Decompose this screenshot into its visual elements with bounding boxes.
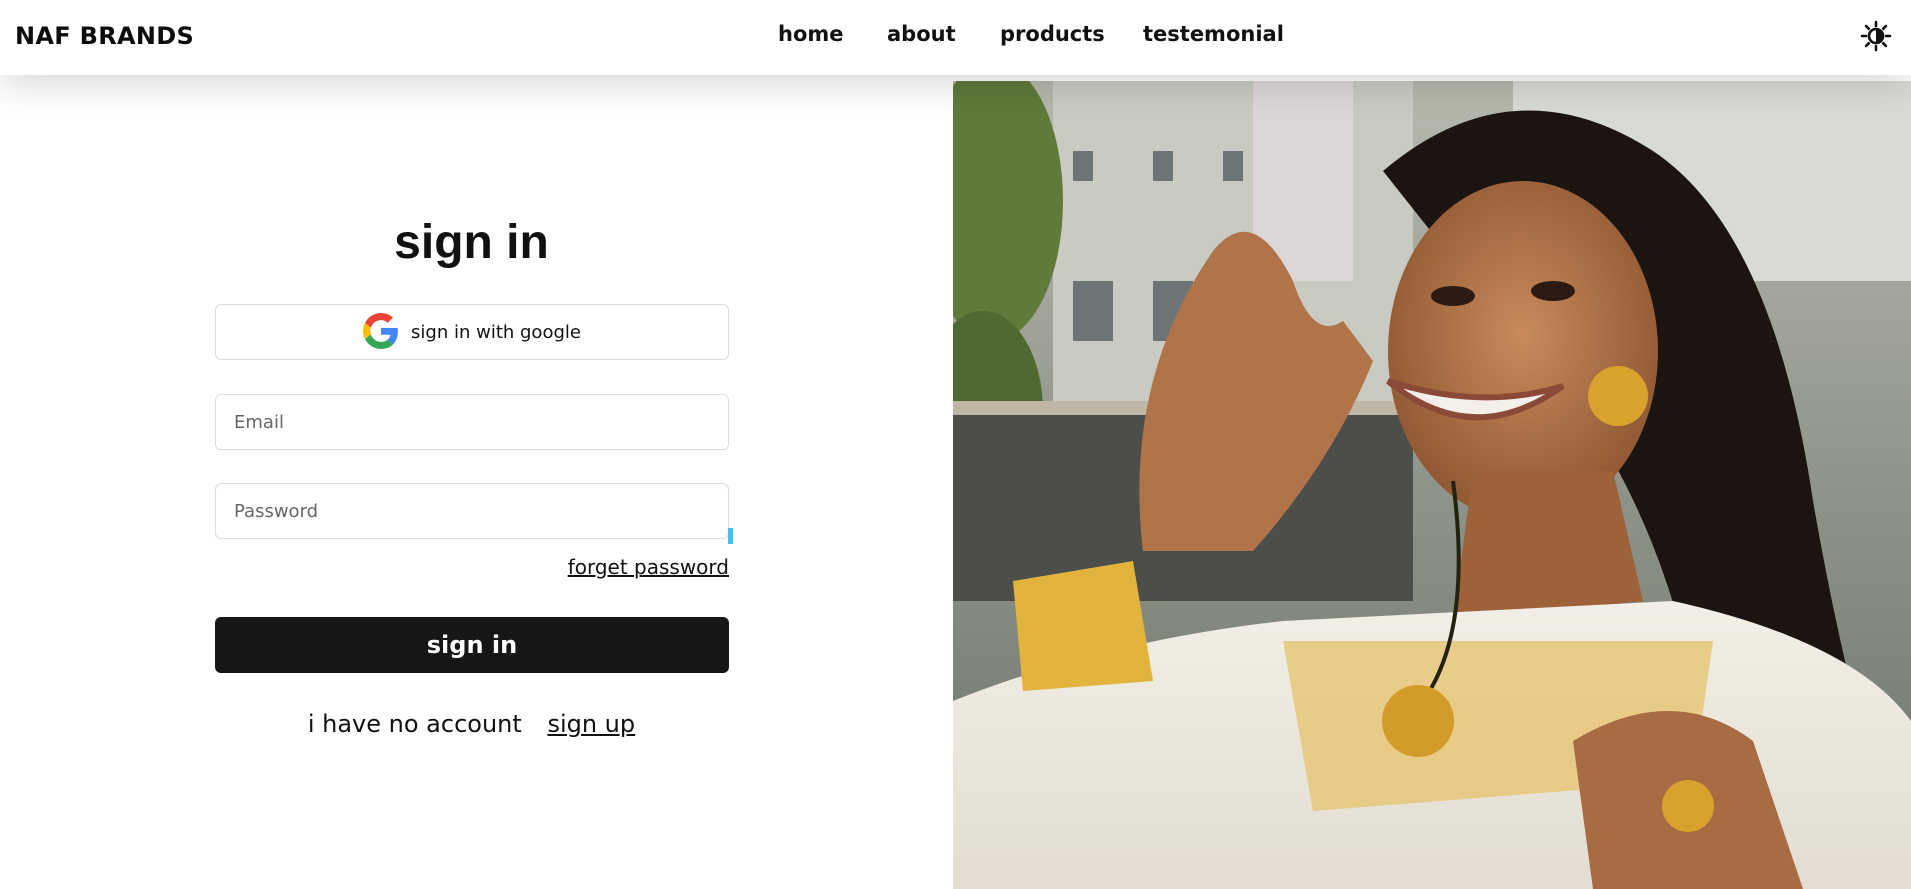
signin-button[interactable]: sign in [215,617,729,673]
nav-home[interactable]: home [778,22,844,46]
hero-photo [953,81,1911,889]
nav-products[interactable]: products [1000,22,1105,46]
email-field[interactable] [215,394,729,450]
hero-photo-illustration [953,81,1911,889]
main-nav: home about products testemonial [0,22,1911,52]
google-signin-button[interactable]: sign in with google [215,304,729,360]
no-account-text: i have no account [307,710,522,738]
signup-link[interactable]: sign up [547,710,635,738]
google-logo-icon [363,312,399,352]
signin-panel: sign in sign in with google forget passw… [0,75,953,889]
signup-prompt: i have no account sign up [0,710,943,738]
top-navbar: NAF BRANDS home about products testemoni… [0,0,1911,75]
nav-testemonial[interactable]: testemonial [1143,22,1284,46]
sun-icon[interactable] [1860,20,1892,52]
password-field[interactable] [215,483,729,539]
input-indicator [728,528,733,544]
page-title: sign in [394,216,549,269]
google-signin-label: sign in with google [411,321,581,343]
forget-password-link[interactable]: forget password [568,555,729,579]
nav-about[interactable]: about [887,22,956,46]
